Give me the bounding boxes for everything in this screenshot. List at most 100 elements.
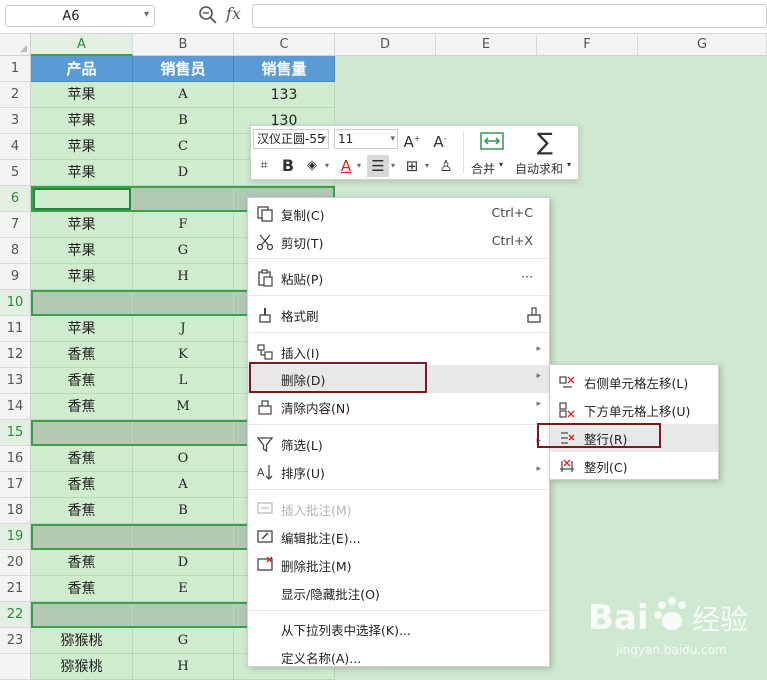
row-header[interactable]: 17 xyxy=(0,472,31,498)
table-cell[interactable] xyxy=(133,290,234,316)
table-cell[interactable]: 香蕉 xyxy=(31,394,133,420)
table-cell[interactable]: 香蕉 xyxy=(31,498,133,524)
column-header-a[interactable]: A xyxy=(31,34,133,56)
table-cell[interactable]: 猕猴桃 xyxy=(31,654,133,680)
submenu-item-entire-row[interactable]: 整行(R) xyxy=(550,424,718,452)
table-cell[interactable]: 苹果 xyxy=(31,160,133,186)
menu-item-cut[interactable]: 剪切(T) Ctrl+X xyxy=(248,228,549,256)
row-header[interactable]: 16 xyxy=(0,446,31,472)
table-cell[interactable]: A xyxy=(133,82,234,108)
table-cell[interactable] xyxy=(31,290,133,316)
table-cell[interactable]: 香蕉 xyxy=(31,368,133,394)
table-header-cell[interactable]: 销售员 xyxy=(133,56,234,82)
chevron-down-icon[interactable]: ▾ xyxy=(355,155,363,177)
fx-icon[interactable]: fx xyxy=(226,4,241,23)
chevron-down-icon[interactable]: ▾ xyxy=(423,155,431,177)
submenu-item-shift-up[interactable]: 下方单元格上移(U) xyxy=(550,396,718,424)
table-cell[interactable] xyxy=(31,602,133,628)
row-header[interactable]: 13 xyxy=(0,368,31,394)
font-name-select[interactable]: 汉仪正圆-55 ▾ xyxy=(253,129,329,149)
row-header[interactable]: 4 xyxy=(0,134,31,160)
table-cell[interactable]: 苹果 xyxy=(31,316,133,342)
table-header-cell[interactable]: 产品 xyxy=(31,56,133,82)
table-cell[interactable]: L xyxy=(133,368,234,394)
row-header[interactable]: 3 xyxy=(0,108,31,134)
menu-item-clear-contents[interactable]: 清除内容(N) ▸ xyxy=(248,393,549,421)
table-cell[interactable] xyxy=(133,602,234,628)
menu-item-sort[interactable]: A 排序(U) ▸ xyxy=(248,458,549,486)
more-options-icon[interactable]: ··· xyxy=(521,269,533,284)
table-cell[interactable]: B xyxy=(133,108,234,134)
chevron-down-icon[interactable]: ▾ xyxy=(389,155,397,177)
row-header[interactable]: 12 xyxy=(0,342,31,368)
column-header-e[interactable]: E xyxy=(436,34,537,56)
menu-item-pick-from-list[interactable]: 从下拉列表中选择(K)... xyxy=(248,615,549,643)
row-header[interactable]: 10 xyxy=(0,290,31,316)
menu-item-insert[interactable]: 插入(I) ▸ xyxy=(248,338,549,366)
table-cell[interactable]: 苹果 xyxy=(31,212,133,238)
table-cell[interactable]: G xyxy=(133,628,234,654)
chevron-down-icon[interactable]: ▾ xyxy=(144,9,149,20)
chevron-down-icon[interactable]: ▾ xyxy=(323,155,331,177)
bold-icon[interactable]: B xyxy=(277,155,299,177)
borders-icon[interactable]: ⊞ xyxy=(401,155,423,177)
row-header[interactable]: 15 xyxy=(0,420,31,446)
row-header[interactable]: 11 xyxy=(0,316,31,342)
menu-item-copy[interactable]: 复制(C) Ctrl+C xyxy=(248,200,549,228)
submenu-item-shift-left[interactable]: 右侧单元格左移(L) xyxy=(550,368,718,396)
table-cell[interactable] xyxy=(31,420,133,446)
table-cell[interactable]: 133 xyxy=(234,82,335,108)
table-cell[interactable]: O xyxy=(133,446,234,472)
row-header[interactable]: 21 xyxy=(0,576,31,602)
fill-color-icon[interactable]: ◈ xyxy=(301,155,323,177)
column-header-f[interactable]: F xyxy=(537,34,638,56)
table-cell[interactable]: F xyxy=(133,212,234,238)
menu-item-edit-comment[interactable]: 编辑批注(E)... xyxy=(248,523,549,551)
table-cell[interactable] xyxy=(31,186,133,212)
table-cell[interactable] xyxy=(31,524,133,550)
menu-item-format-painter[interactable]: 格式刷 xyxy=(248,301,549,329)
format-painter-icon[interactable]: ♙ xyxy=(435,155,457,177)
row-header[interactable]: 2 xyxy=(0,82,31,108)
table-cell[interactable]: 苹果 xyxy=(31,264,133,290)
table-cell[interactable]: A xyxy=(133,472,234,498)
table-cell[interactable] xyxy=(133,420,234,446)
table-cell[interactable]: B xyxy=(133,498,234,524)
table-cell[interactable]: E xyxy=(133,576,234,602)
formula-input[interactable] xyxy=(252,4,767,28)
row-header[interactable] xyxy=(0,654,31,680)
table-cell[interactable]: 香蕉 xyxy=(31,342,133,368)
row-header[interactable]: 19 xyxy=(0,524,31,550)
table-cell[interactable]: D xyxy=(133,160,234,186)
table-cell[interactable] xyxy=(133,524,234,550)
increase-font-icon[interactable]: A+ xyxy=(401,128,423,151)
menu-item-filter[interactable]: 筛选(L) ▸ xyxy=(248,430,549,458)
align-center-icon[interactable]: ☰ xyxy=(367,155,389,177)
table-cell[interactable]: 苹果 xyxy=(31,134,133,160)
wrap-text-icon[interactable]: ⌗ xyxy=(253,155,275,177)
table-cell[interactable] xyxy=(133,186,234,212)
menu-item-toggle-comments[interactable]: 显示/隐藏批注(O) xyxy=(248,579,549,607)
table-cell[interactable]: G xyxy=(133,238,234,264)
table-cell[interactable]: K xyxy=(133,342,234,368)
decrease-font-icon[interactable]: A- xyxy=(429,128,451,151)
row-header[interactable]: 7 xyxy=(0,212,31,238)
row-header[interactable]: 9 xyxy=(0,264,31,290)
table-cell[interactable]: J xyxy=(133,316,234,342)
table-cell[interactable]: 苹果 xyxy=(31,108,133,134)
table-cell[interactable]: 香蕉 xyxy=(31,472,133,498)
row-header[interactable]: 1 xyxy=(0,56,31,82)
format-brush-icon[interactable] xyxy=(525,306,543,324)
submenu-item-entire-column[interactable]: 整列(C) xyxy=(550,452,718,480)
row-header[interactable]: 18 xyxy=(0,498,31,524)
table-cell[interactable]: C xyxy=(133,134,234,160)
zoom-icon[interactable] xyxy=(198,5,218,25)
table-cell[interactable]: 猕猴桃 xyxy=(31,628,133,654)
menu-item-delete[interactable]: 删除(D) ▸ xyxy=(248,365,549,393)
column-header-c[interactable]: C xyxy=(234,34,335,56)
autosum-button[interactable]: ∑ 自动求和 ▾ xyxy=(513,130,577,176)
column-header-d[interactable]: D xyxy=(335,34,436,56)
table-cell[interactable]: 苹果 xyxy=(31,82,133,108)
table-cell[interactable]: M xyxy=(133,394,234,420)
row-header[interactable]: 6 xyxy=(0,186,31,212)
